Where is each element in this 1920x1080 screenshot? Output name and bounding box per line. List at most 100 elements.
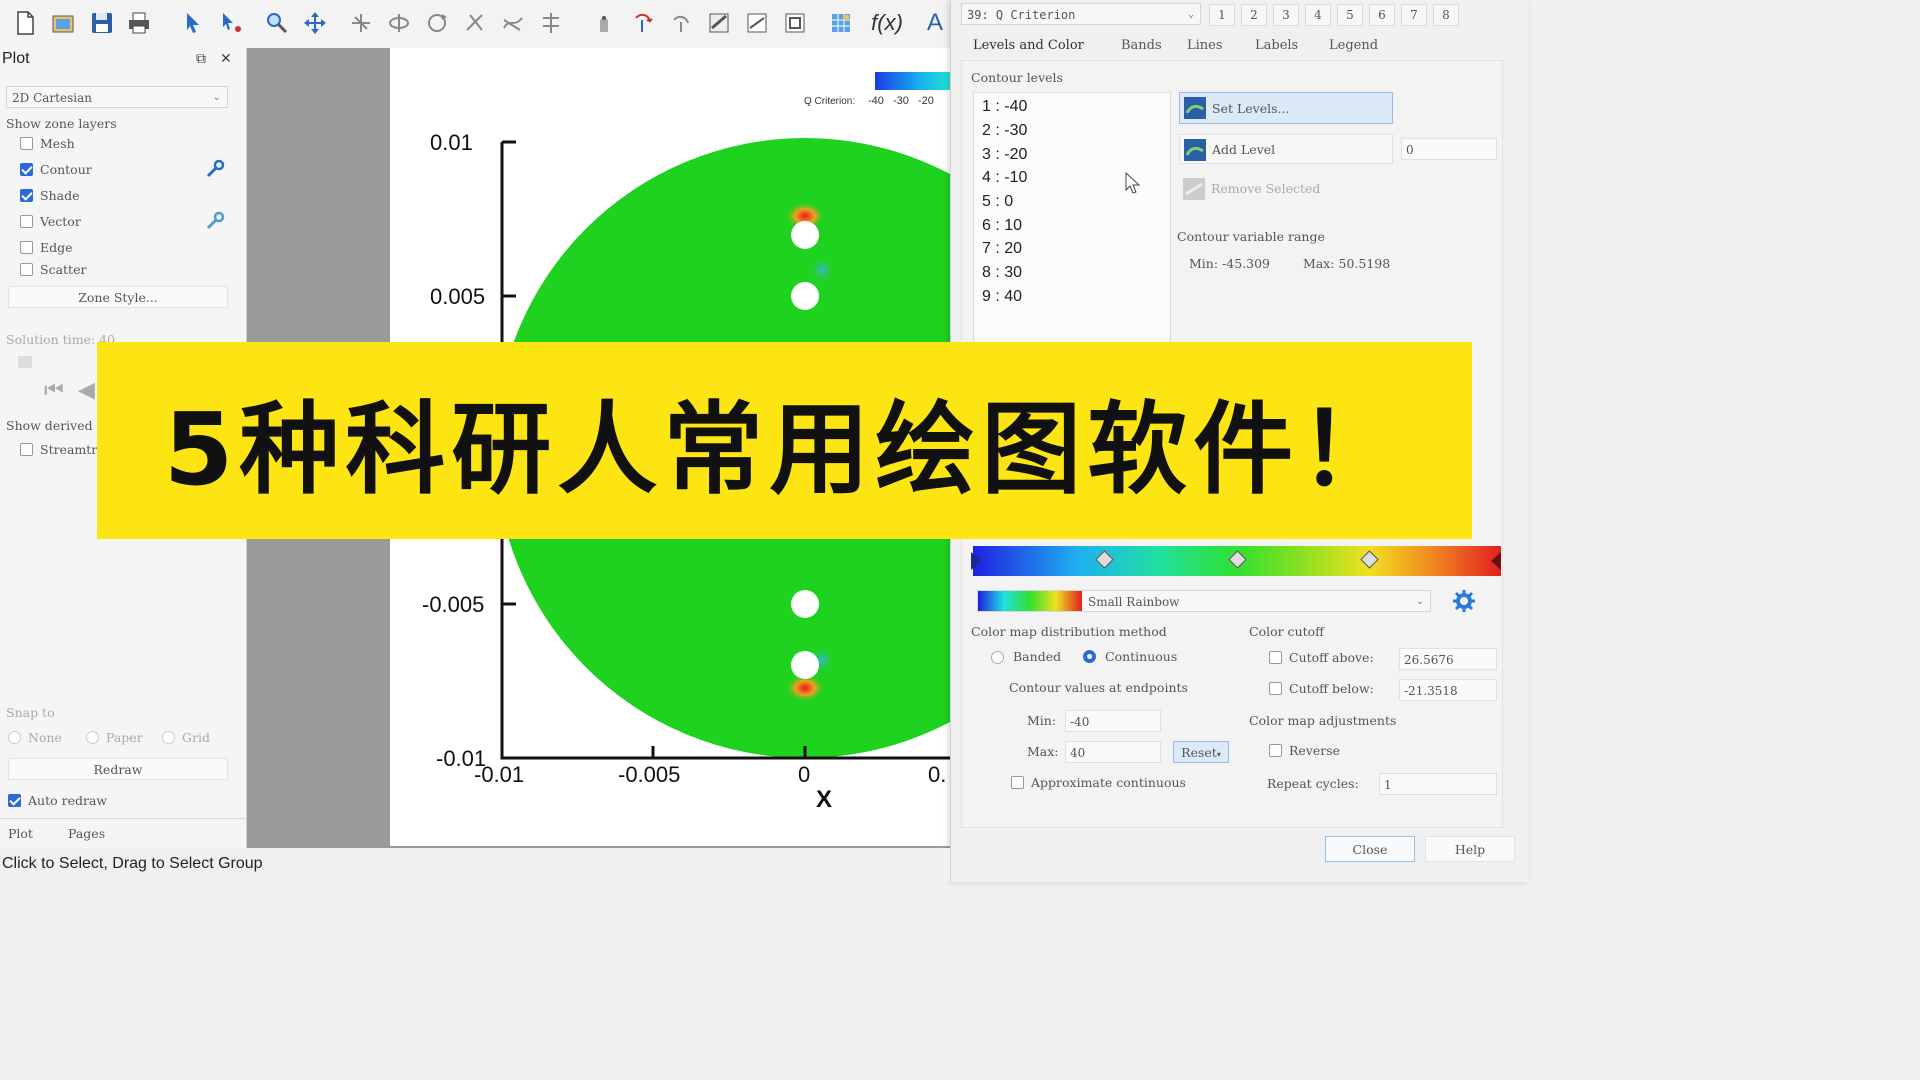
vector-checkbox[interactable] bbox=[20, 215, 33, 228]
probe-icon[interactable] bbox=[346, 8, 376, 38]
group-tab-7[interactable]: 7 bbox=[1401, 4, 1427, 26]
set-levels-button[interactable]: Set Levels... bbox=[1179, 92, 1393, 124]
scatter-label: Scatter bbox=[40, 262, 87, 277]
hole bbox=[791, 651, 819, 679]
auto-redraw-checkbox[interactable] bbox=[8, 794, 21, 807]
banded-radio[interactable] bbox=[991, 651, 1004, 664]
print-icon[interactable] bbox=[124, 8, 154, 38]
repeat-input[interactable]: 1 bbox=[1379, 773, 1497, 795]
remove-selected-button[interactable]: Remove Selected bbox=[1179, 174, 1393, 204]
draw-line-icon[interactable] bbox=[742, 8, 772, 38]
mesh-checkbox[interactable] bbox=[20, 137, 33, 150]
approx-checkbox[interactable] bbox=[1011, 776, 1024, 789]
save-icon[interactable] bbox=[87, 8, 117, 38]
vector-settings-icon[interactable] bbox=[204, 210, 226, 232]
list-item[interactable]: 9 : 40 bbox=[982, 288, 1022, 306]
restore-icon[interactable]: ⧉ bbox=[196, 50, 206, 67]
close-button[interactable]: Close bbox=[1325, 836, 1415, 862]
group-tab-2[interactable]: 2 bbox=[1241, 4, 1267, 26]
group-tab-5[interactable]: 5 bbox=[1337, 4, 1363, 26]
redraw-button[interactable]: Redraw bbox=[8, 758, 228, 780]
add-level-input[interactable]: 0 bbox=[1401, 138, 1497, 160]
tab-labels[interactable]: Labels bbox=[1255, 38, 1298, 53]
list-item[interactable]: 7 : 20 bbox=[982, 240, 1022, 258]
function-icon[interactable]: f(x) bbox=[871, 8, 903, 38]
tab-legend[interactable]: Legend bbox=[1329, 38, 1378, 53]
cutoff-below-checkbox[interactable] bbox=[1269, 682, 1282, 695]
contour-checkbox[interactable] bbox=[20, 163, 33, 176]
group-tab-4[interactable]: 4 bbox=[1305, 4, 1331, 26]
cutoff-above-checkbox[interactable] bbox=[1269, 651, 1282, 664]
streamtrace-icon[interactable] bbox=[498, 8, 528, 38]
tab-plot[interactable]: Plot bbox=[8, 826, 33, 841]
list-item[interactable]: 6 : 10 bbox=[982, 217, 1022, 235]
step-back-icon[interactable]: ◀ bbox=[78, 378, 95, 403]
zoom-icon[interactable] bbox=[262, 8, 292, 38]
cutoff-above-input[interactable]: 26.5676 bbox=[1399, 648, 1497, 670]
group-tab-6[interactable]: 6 bbox=[1369, 4, 1395, 26]
list-item[interactable]: 5 : 0 bbox=[982, 193, 1013, 211]
colormap-dropdown[interactable]: Small Rainbow ⌄ bbox=[977, 590, 1431, 612]
levels-list[interactable]: 1 : -40 2 : -30 3 : -20 4 : -10 5 : 0 6 … bbox=[973, 92, 1171, 344]
colormap-max-handle[interactable] bbox=[1491, 552, 1501, 570]
min-input[interactable]: -40 bbox=[1065, 710, 1161, 732]
point-icon[interactable] bbox=[590, 8, 620, 38]
list-item[interactable]: 3 : -20 bbox=[982, 146, 1027, 164]
skip-start-icon[interactable]: ⏮ bbox=[44, 378, 64, 403]
list-item[interactable]: 8 : 30 bbox=[982, 264, 1022, 282]
snap-paper-radio[interactable] bbox=[86, 731, 99, 744]
streamtraces-checkbox[interactable] bbox=[20, 443, 33, 456]
continuous-radio[interactable] bbox=[1083, 650, 1096, 663]
colormap-control-point[interactable] bbox=[1360, 550, 1379, 569]
new-file-icon[interactable] bbox=[10, 8, 40, 38]
open-icon[interactable] bbox=[48, 8, 78, 38]
translate-icon[interactable] bbox=[300, 8, 330, 38]
max-input[interactable]: 40 bbox=[1065, 741, 1161, 763]
colormap-bar[interactable] bbox=[971, 546, 1501, 576]
add-level-button[interactable]: Add Level bbox=[1179, 134, 1393, 164]
time-slider[interactable] bbox=[18, 356, 32, 368]
list-item[interactable]: 4 : -10 bbox=[982, 169, 1027, 187]
group-tab-1[interactable]: 1 bbox=[1209, 4, 1235, 26]
group-tab-3[interactable]: 3 bbox=[1273, 4, 1299, 26]
wrench-icon[interactable] bbox=[204, 158, 226, 180]
colormap-min-handle[interactable] bbox=[971, 552, 981, 570]
tab-bands[interactable]: Bands bbox=[1121, 38, 1162, 53]
draw-poly-icon[interactable] bbox=[780, 8, 810, 38]
pan-icon[interactable] bbox=[628, 8, 658, 38]
range-label: Contour variable range bbox=[1177, 229, 1325, 244]
shade-checkbox[interactable] bbox=[20, 189, 33, 202]
undo-rotate-icon[interactable] bbox=[666, 8, 696, 38]
slice-icon[interactable] bbox=[460, 8, 490, 38]
plot-type-dropdown[interactable]: 2D Cartesian ⌄ bbox=[6, 86, 228, 108]
variable-dropdown[interactable]: 39: Q Criterion ⌄ bbox=[961, 3, 1201, 25]
tab-lines[interactable]: Lines bbox=[1187, 38, 1223, 53]
gear-icon[interactable] bbox=[1451, 588, 1477, 614]
list-item[interactable]: 2 : -30 bbox=[982, 122, 1027, 140]
snap-grid-radio[interactable] bbox=[162, 731, 175, 744]
redo-rotate-icon[interactable] bbox=[704, 8, 734, 38]
reset-button[interactable]: Reset▾ bbox=[1173, 741, 1229, 763]
colormap-control-point[interactable] bbox=[1095, 550, 1114, 569]
zone-style-button[interactable]: Zone Style... bbox=[8, 286, 228, 308]
reverse-checkbox[interactable] bbox=[1269, 744, 1282, 757]
scatter-checkbox[interactable] bbox=[20, 263, 33, 276]
select-arrow-icon[interactable] bbox=[178, 8, 208, 38]
colormap-control-point[interactable] bbox=[1228, 550, 1247, 569]
cutoff-below-input[interactable]: -21.3518 bbox=[1399, 679, 1497, 701]
tab-levels-and-color[interactable]: Levels and Color bbox=[973, 38, 1084, 53]
rotate-icon[interactable] bbox=[384, 8, 414, 38]
list-item[interactable]: 1 : -40 bbox=[982, 98, 1027, 116]
close-icon[interactable]: ✕ bbox=[220, 50, 232, 67]
sidebar-title: Plot bbox=[2, 50, 30, 67]
help-button[interactable]: Help bbox=[1425, 836, 1515, 862]
adjust-icon[interactable] bbox=[216, 8, 246, 38]
group-tab-8[interactable]: 8 bbox=[1433, 4, 1459, 26]
edge-checkbox[interactable] bbox=[20, 241, 33, 254]
contour-add-icon[interactable] bbox=[536, 8, 566, 38]
text-icon[interactable]: A bbox=[920, 8, 950, 38]
tab-pages[interactable]: Pages bbox=[68, 826, 105, 841]
draw-grid-icon[interactable] bbox=[826, 8, 856, 38]
rotate-3d-icon[interactable] bbox=[422, 8, 452, 38]
snap-none-radio[interactable] bbox=[8, 731, 21, 744]
